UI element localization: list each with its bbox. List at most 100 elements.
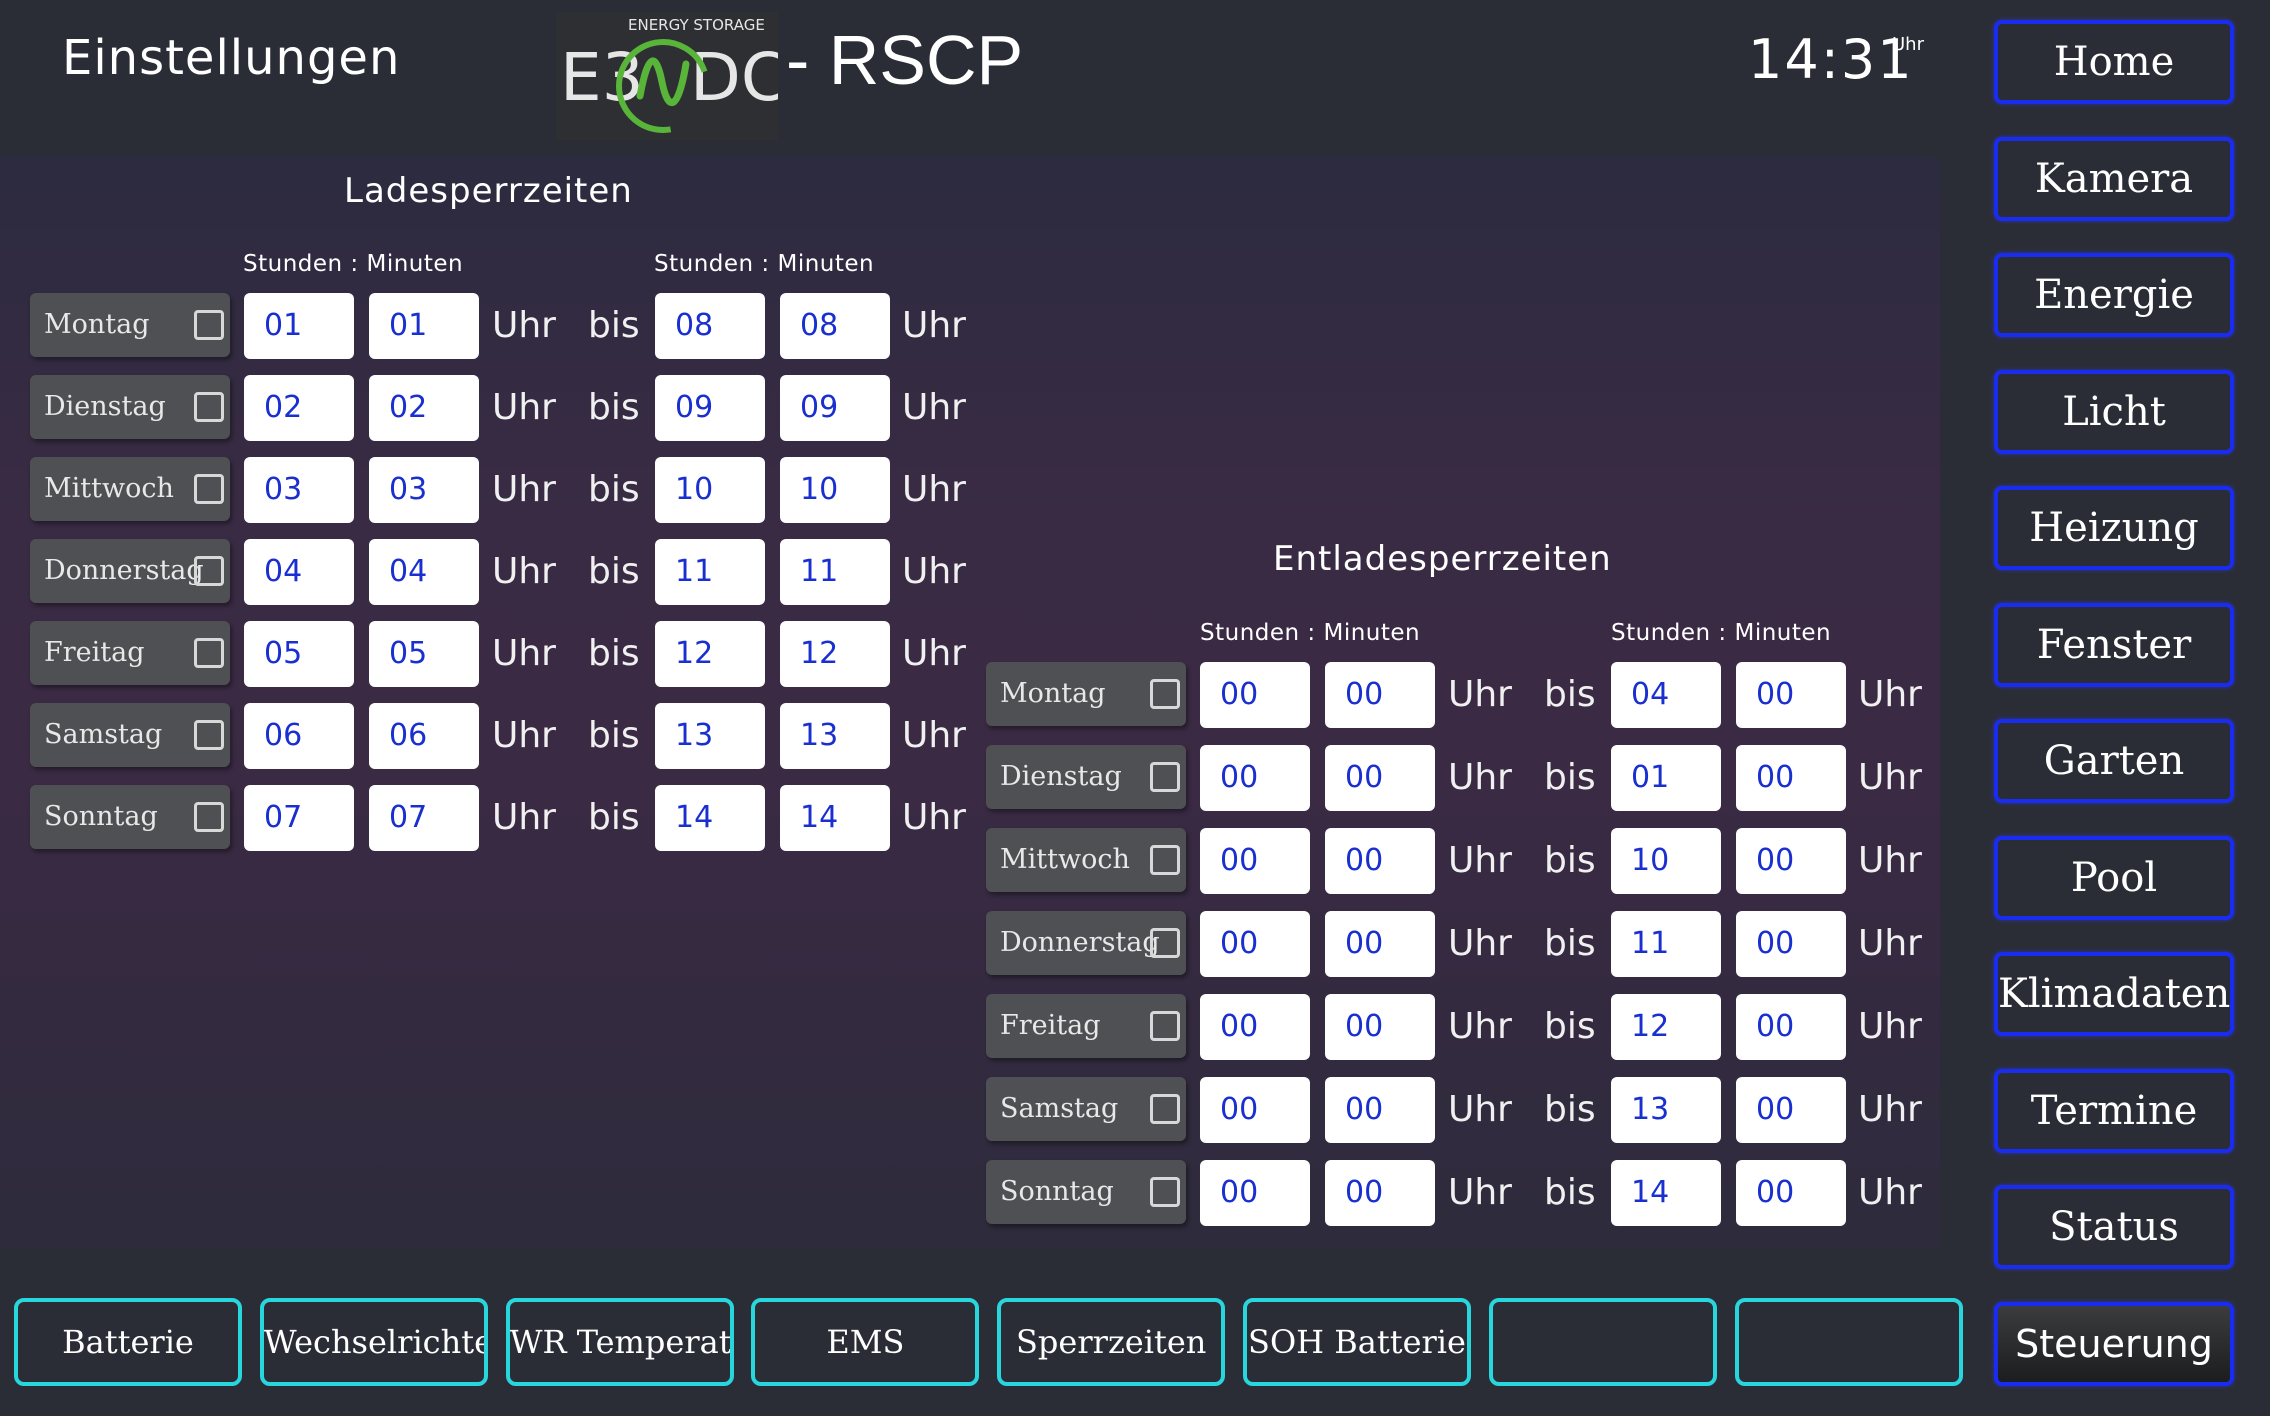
tab-sperrzeiten[interactable]: Sperrzeiten	[997, 1298, 1226, 1386]
from-minutes-input[interactable]: 05	[369, 621, 479, 687]
from-minutes-input[interactable]: 06	[369, 703, 479, 769]
day-checkbox[interactable]	[1150, 928, 1180, 958]
from-minutes-input[interactable]: 00	[1325, 911, 1435, 977]
day-checkbox[interactable]	[1150, 1011, 1180, 1041]
tab-empty-8[interactable]	[1734, 1298, 1963, 1386]
from-hours-input[interactable]: 00	[1200, 1160, 1310, 1226]
to-hours-input[interactable]: 10	[1611, 828, 1721, 894]
from-hours-input[interactable]: 03	[244, 457, 354, 523]
day-checkbox[interactable]	[194, 474, 224, 504]
to-minutes-input[interactable]: 00	[1736, 911, 1846, 977]
day-checkbox[interactable]	[194, 802, 224, 832]
day-checkbox[interactable]	[194, 638, 224, 668]
day-checkbox[interactable]	[194, 556, 224, 586]
from-hours-input[interactable]: 00	[1200, 911, 1310, 977]
from-hours-input[interactable]: 00	[1200, 994, 1310, 1060]
day-toggle-montag[interactable]: Montag	[30, 293, 230, 357]
nav-fenster-button[interactable]: Fenster	[1994, 602, 2234, 687]
tab-soh-batterie[interactable]: SOH Batterie	[1243, 1298, 1471, 1386]
nav-steuerung-button[interactable]: Steuerung	[1994, 1301, 2234, 1386]
day-toggle-samstag[interactable]: Samstag	[30, 703, 230, 767]
to-minutes-input[interactable]: 11	[780, 539, 890, 605]
from-hours-input[interactable]: 00	[1200, 662, 1310, 728]
day-toggle-dienstag[interactable]: Dienstag	[986, 745, 1186, 809]
day-checkbox[interactable]	[1150, 1177, 1180, 1207]
to-minutes-input[interactable]: 00	[1736, 994, 1846, 1060]
tab-empty-7[interactable]	[1488, 1298, 1717, 1386]
to-hours-input[interactable]: 12	[1611, 994, 1721, 1060]
day-toggle-mittwoch[interactable]: Mittwoch	[986, 828, 1186, 892]
to-hours-input[interactable]: 11	[1611, 911, 1721, 977]
to-hours-input[interactable]: 01	[1611, 745, 1721, 811]
to-minutes-input[interactable]: 13	[780, 703, 890, 769]
day-checkbox[interactable]	[194, 310, 224, 340]
day-checkbox[interactable]	[1150, 845, 1180, 875]
nav-termine-button[interactable]: Termine	[1994, 1068, 2234, 1153]
from-hours-input[interactable]: 02	[244, 375, 354, 441]
to-minutes-input[interactable]: 00	[1736, 1160, 1846, 1226]
day-toggle-dienstag[interactable]: Dienstag	[30, 375, 230, 439]
day-toggle-mittwoch[interactable]: Mittwoch	[30, 457, 230, 521]
to-hours-input[interactable]: 11	[655, 539, 765, 605]
day-checkbox[interactable]	[1150, 762, 1180, 792]
to-hours-input[interactable]: 08	[655, 293, 765, 359]
to-minutes-input[interactable]: 00	[1736, 1077, 1846, 1143]
to-minutes-input[interactable]: 08	[780, 293, 890, 359]
from-minutes-input[interactable]: 00	[1325, 662, 1435, 728]
nav-home-button[interactable]: Home	[1994, 20, 2234, 104]
from-minutes-input[interactable]: 03	[369, 457, 479, 523]
to-minutes-input[interactable]: 10	[780, 457, 890, 523]
nav-licht-button[interactable]: Licht	[1994, 369, 2234, 454]
nav-energie-button[interactable]: Energie	[1994, 253, 2234, 337]
from-minutes-input[interactable]: 02	[369, 375, 479, 441]
day-toggle-donnerstag[interactable]: Donnerstag	[986, 911, 1186, 975]
to-minutes-input[interactable]: 12	[780, 621, 890, 687]
nav-status-button[interactable]: Status	[1994, 1185, 2234, 1269]
from-hours-input[interactable]: 05	[244, 621, 354, 687]
to-minutes-input[interactable]: 00	[1736, 662, 1846, 728]
to-hours-input[interactable]: 12	[655, 621, 765, 687]
day-checkbox[interactable]	[194, 392, 224, 422]
day-toggle-sonntag[interactable]: Sonntag	[30, 785, 230, 849]
day-toggle-freitag[interactable]: Freitag	[986, 994, 1186, 1058]
from-minutes-input[interactable]: 01	[369, 293, 479, 359]
day-toggle-sonntag[interactable]: Sonntag	[986, 1160, 1186, 1224]
from-hours-input[interactable]: 00	[1200, 745, 1310, 811]
to-hours-input[interactable]: 09	[655, 375, 765, 441]
tab-wechselrichter[interactable]: Wechselrichter	[259, 1298, 488, 1386]
day-toggle-montag[interactable]: Montag	[986, 662, 1186, 726]
to-hours-input[interactable]: 14	[655, 785, 765, 851]
from-minutes-input[interactable]: 00	[1325, 1160, 1435, 1226]
nav-kamera-button[interactable]: Kamera	[1994, 136, 2234, 221]
nav-heizung-button[interactable]: Heizung	[1994, 486, 2234, 570]
from-hours-input[interactable]: 06	[244, 703, 354, 769]
day-checkbox[interactable]	[1150, 679, 1180, 709]
from-minutes-input[interactable]: 07	[369, 785, 479, 851]
to-minutes-input[interactable]: 00	[1736, 828, 1846, 894]
tab-ems[interactable]: EMS	[751, 1298, 980, 1386]
to-hours-input[interactable]: 14	[1611, 1160, 1721, 1226]
from-hours-input[interactable]: 04	[244, 539, 354, 605]
to-hours-input[interactable]: 10	[655, 457, 765, 523]
tab-wr-temperatur[interactable]: WR Temperatur	[505, 1298, 734, 1386]
from-hours-input[interactable]: 00	[1200, 1077, 1310, 1143]
from-minutes-input[interactable]: 00	[1325, 1077, 1435, 1143]
to-hours-input[interactable]: 13	[655, 703, 765, 769]
day-toggle-freitag[interactable]: Freitag	[30, 621, 230, 685]
to-hours-input[interactable]: 04	[1611, 662, 1721, 728]
from-hours-input[interactable]: 07	[244, 785, 354, 851]
nav-garten-button[interactable]: Garten	[1994, 719, 2234, 803]
from-hours-input[interactable]: 00	[1200, 828, 1310, 894]
day-toggle-donnerstag[interactable]: Donnerstag	[30, 539, 230, 603]
nav-pool-button[interactable]: Pool	[1994, 835, 2234, 920]
nav-klimadaten-button[interactable]: Klimadaten	[1994, 952, 2234, 1036]
from-minutes-input[interactable]: 00	[1325, 828, 1435, 894]
to-hours-input[interactable]: 13	[1611, 1077, 1721, 1143]
day-checkbox[interactable]	[194, 720, 224, 750]
tab-batterie[interactable]: Batterie	[14, 1298, 242, 1386]
from-hours-input[interactable]: 01	[244, 293, 354, 359]
to-minutes-input[interactable]: 09	[780, 375, 890, 441]
day-checkbox[interactable]	[1150, 1094, 1180, 1124]
from-minutes-input[interactable]: 00	[1325, 994, 1435, 1060]
from-minutes-input[interactable]: 04	[369, 539, 479, 605]
